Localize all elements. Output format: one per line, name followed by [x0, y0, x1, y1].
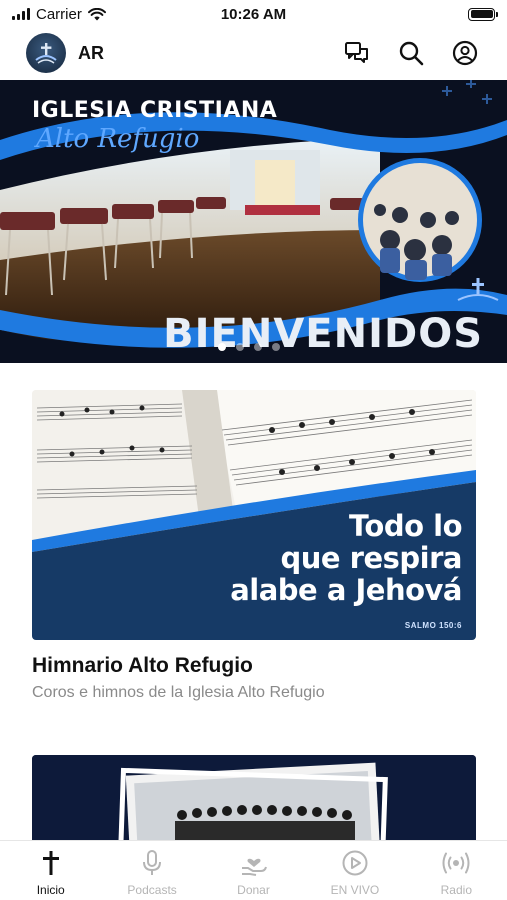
church-logo-icon — [35, 43, 57, 64]
verse-line: alabe a Jehová — [230, 573, 462, 607]
playlist-card[interactable] — [32, 755, 476, 850]
app-header: AR — [0, 28, 507, 78]
header-actions — [341, 37, 481, 69]
church-logo[interactable] — [26, 33, 66, 73]
tab-label: Inicio — [36, 883, 65, 897]
radio-icon — [441, 849, 471, 877]
verse-line: que respira — [280, 541, 463, 575]
welcome-banner[interactable]: IGLESIA CRISTIANA Alto Refugio BIENVENID… — [0, 80, 507, 363]
search-icon[interactable] — [395, 37, 427, 69]
playlist-card[interactable]: Todo lo que respira alabe a Jehová SALMO… — [32, 390, 476, 702]
verse-text: Todo lo que respira alabe a Jehová — [230, 510, 462, 606]
card-subtitle: Coros e himnos de la Iglesia Alto Refugi… — [32, 684, 325, 701]
donate-icon — [240, 849, 268, 877]
carousel-dot[interactable] — [236, 343, 244, 351]
play-circle-icon — [341, 849, 369, 877]
microphone-icon — [141, 849, 163, 877]
carousel-indicator[interactable] — [218, 343, 280, 351]
banner-subtitle: Alto Refugio — [36, 124, 200, 154]
account-icon[interactable] — [449, 37, 481, 69]
carousel-dot[interactable] — [272, 343, 280, 351]
banner-title: IGLESIA CRISTIANA — [32, 98, 278, 123]
banner-welcome-text: BIENVENIDOS — [163, 311, 483, 357]
card-thumbnail[interactable] — [32, 755, 476, 850]
carousel-dot[interactable] — [254, 343, 262, 351]
chat-icon[interactable] — [341, 37, 373, 69]
tab-radio[interactable]: Radio — [406, 841, 507, 900]
verse-line: Todo lo — [349, 509, 462, 543]
carousel-dot[interactable] — [218, 343, 226, 351]
choir-photo-artwork — [32, 755, 476, 850]
verse-reference: SALMO 150:6 — [404, 621, 462, 630]
tab-en-vivo[interactable]: EN VIVO — [304, 841, 405, 900]
cross-icon — [41, 849, 61, 877]
battery-icon — [468, 7, 498, 21]
card-thumbnail[interactable]: Todo lo que respira alabe a Jehová SALMO… — [32, 390, 476, 640]
carrier-label: Carrier — [36, 5, 82, 23]
tab-label: Podcasts — [127, 883, 177, 897]
tab-label: EN VIVO — [330, 883, 380, 897]
tab-label: Donar — [237, 883, 270, 897]
status-bar: Carrier 10:26 AM — [0, 0, 507, 28]
bottom-tab-bar: Inicio Podcasts Donar EN VIVO Radio — [0, 840, 507, 900]
card-title[interactable]: Himnario Alto Refugio — [32, 654, 476, 678]
wifi-icon — [87, 7, 106, 20]
tab-donar[interactable]: Donar — [203, 841, 304, 900]
tab-label: Radio — [440, 883, 472, 897]
status-left: Carrier — [12, 6, 106, 23]
tab-podcasts[interactable]: Podcasts — [101, 841, 202, 900]
signal-icon — [12, 8, 30, 20]
tab-inicio[interactable]: Inicio — [0, 841, 101, 900]
app-title: AR — [78, 42, 104, 63]
